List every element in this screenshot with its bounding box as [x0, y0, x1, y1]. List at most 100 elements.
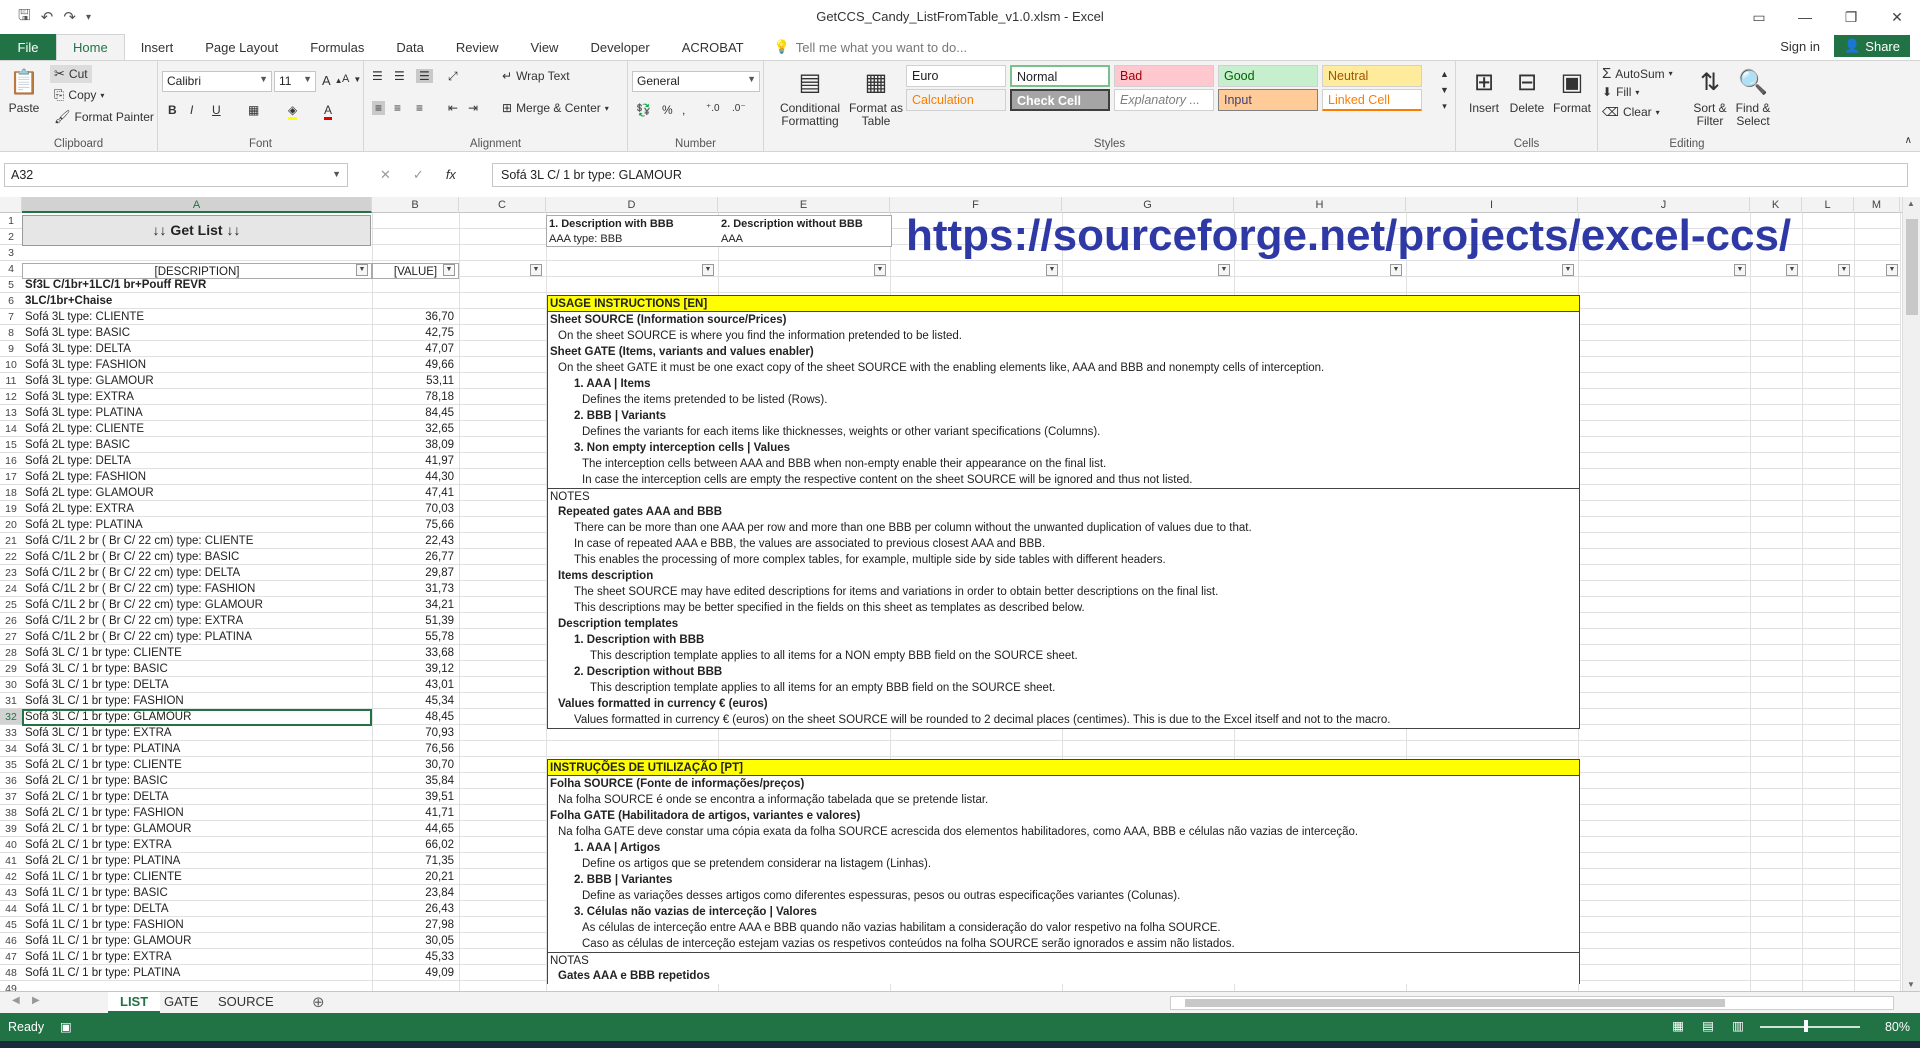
tab-page-layout[interactable]: Page Layout [189, 34, 294, 60]
template-with-bbb-value[interactable]: AAA type: BBB [549, 231, 622, 247]
value-cell[interactable]: 41,71 [372, 805, 454, 821]
collapse-ribbon-icon[interactable]: ∧ [1905, 135, 1912, 146]
share-button[interactable]: 👤 Share [1834, 35, 1910, 57]
value-cell[interactable]: 32,65 [372, 421, 454, 437]
row-header[interactable]: 23 [0, 565, 22, 581]
orientation-button[interactable]: ⤢ [448, 69, 458, 84]
description-cell[interactable]: Sofá 3L type: CLIENTE [25, 309, 369, 325]
name-box[interactable]: A32 ▼ [4, 163, 348, 187]
tab-insert[interactable]: Insert [125, 34, 190, 60]
value-cell[interactable]: 49,09 [372, 965, 454, 981]
project-url[interactable]: https://sourceforge.net/projects/excel-c… [906, 211, 1791, 261]
font-color-button[interactable]: A [324, 103, 333, 120]
save-icon[interactable]: 🖫 [18, 5, 31, 30]
value-cell[interactable]: 44,65 [372, 821, 454, 837]
description-cell[interactable]: Sofá 2L C/ 1 br type: BASIC [25, 773, 369, 789]
row-header[interactable]: 25 [0, 597, 22, 613]
row-header[interactable]: 9 [0, 341, 22, 357]
description-cell[interactable]: Sofá C/1L 2 br ( Br C/ 22 cm) type: GLAM… [25, 597, 369, 613]
sort-filter-button[interactable]: ⇅ Sort & Filter [1690, 65, 1730, 128]
align-bottom-button[interactable]: ☰ [416, 69, 433, 83]
row-header[interactable]: 28 [0, 645, 22, 661]
filter-dropdown-icon[interactable]: ▼ [356, 264, 368, 276]
scroll-down-icon[interactable]: ▼ [1907, 980, 1915, 989]
value-cell[interactable]: 78,18 [372, 389, 454, 405]
cell-style-bad[interactable]: Bad [1114, 65, 1214, 87]
value-cell[interactable]: 44,30 [372, 469, 454, 485]
format-painter-button[interactable]: 🖌 Format Painter [54, 109, 154, 125]
zoom-slider[interactable] [1760, 1026, 1860, 1028]
description-cell[interactable]: Sofá 2L type: CLIENTE [25, 421, 369, 437]
description-cell[interactable]: Sofá 2L C/ 1 br type: CLIENTE [25, 757, 369, 773]
description-cell[interactable]: Sofá C/1L 2 br ( Br C/ 22 cm) type: DELT… [25, 565, 369, 581]
value-cell[interactable]: 47,07 [372, 341, 454, 357]
description-cell[interactable]: Sofá 2L type: EXTRA [25, 501, 369, 517]
description-cell[interactable]: Sofá 3L C/ 1 br type: EXTRA [25, 725, 369, 741]
description-cell[interactable]: Sofá 3L C/ 1 br type: DELTA [25, 677, 369, 693]
sheet-tab-gate[interactable]: GATE [152, 992, 210, 1014]
description-cell[interactable]: Sofá 1L C/ 1 br type: EXTRA [25, 949, 369, 965]
cell-style-explanatory[interactable]: Explanatory ... [1114, 89, 1214, 111]
value-cell[interactable] [372, 277, 454, 293]
filter-dropdown-icon[interactable]: ▼ [1562, 264, 1574, 276]
format-cells-button[interactable]: ▣ Format [1550, 65, 1594, 115]
row-header[interactable]: 22 [0, 549, 22, 565]
value-cell[interactable]: 55,78 [372, 629, 454, 645]
column-header-a[interactable]: A [22, 197, 372, 213]
enter-icon[interactable]: ✓ [413, 167, 424, 183]
description-cell[interactable]: Sofá 2L type: BASIC [25, 437, 369, 453]
row-header[interactable]: 47 [0, 949, 22, 965]
cell-style-normal[interactable]: Normal [1010, 65, 1110, 87]
vertical-scrollbar[interactable]: ▲ ▼ [1902, 197, 1920, 991]
row-header[interactable]: 33 [0, 725, 22, 741]
value-cell[interactable]: 20,21 [372, 869, 454, 885]
row-header[interactable]: 4 [0, 261, 22, 277]
zoom-level[interactable]: 80% [1885, 1020, 1910, 1034]
row-header[interactable]: 40 [0, 837, 22, 853]
description-cell[interactable]: Sofá C/1L 2 br ( Br C/ 22 cm) type: EXTR… [25, 613, 369, 629]
filter-dropdown-icon[interactable]: ▼ [702, 264, 714, 276]
description-cell[interactable]: Sofá 1L C/ 1 br type: BASIC [25, 885, 369, 901]
value-cell[interactable]: 70,03 [372, 501, 454, 517]
tab-review[interactable]: Review [440, 34, 515, 60]
value-cell[interactable]: 71,35 [372, 853, 454, 869]
description-cell[interactable]: Sofá 1L C/ 1 br type: CLIENTE [25, 869, 369, 885]
undo-icon[interactable]: ↶ [41, 8, 54, 26]
filter-dropdown-icon[interactable]: ▼ [1218, 264, 1230, 276]
row-header[interactable]: 19 [0, 501, 22, 517]
value-cell[interactable]: 76,56 [372, 741, 454, 757]
worksheet[interactable]: ABCDEFGHIJKLM 1 2 3 4 5 6 7 8 9 10 11 12 13 14 15 16 17 1… [0, 197, 1920, 991]
row-header[interactable]: 1 [0, 213, 22, 229]
row-header[interactable]: 18 [0, 485, 22, 501]
ribbon-display-icon[interactable]: ▭ [1736, 0, 1782, 34]
row-header[interactable]: 16 [0, 453, 22, 469]
delete-cells-button[interactable]: ⊟ Delete [1506, 65, 1548, 115]
description-cell[interactable]: Sofá 2L type: GLAMOUR [25, 485, 369, 501]
value-cell[interactable]: 51,39 [372, 613, 454, 629]
value-cell[interactable]: 23,84 [372, 885, 454, 901]
value-cell[interactable]: 43,01 [372, 677, 454, 693]
cancel-icon[interactable]: ✕ [380, 167, 391, 183]
column-header-e[interactable]: E [718, 197, 890, 213]
font-name-combo[interactable]: Calibri ▼ [162, 71, 272, 92]
value-cell[interactable]: 22,43 [372, 533, 454, 549]
filter-dropdown-icon[interactable]: ▼ [1886, 264, 1898, 276]
description-cell[interactable]: Sofá 2L C/ 1 br type: GLAMOUR [25, 821, 369, 837]
filter-dropdown-icon[interactable]: ▼ [1046, 264, 1058, 276]
value-cell[interactable] [372, 293, 454, 309]
row-header[interactable]: 48 [0, 965, 22, 981]
row-header[interactable]: 5 [0, 277, 22, 293]
row-header[interactable]: 30 [0, 677, 22, 693]
value-cell[interactable]: 39,51 [372, 789, 454, 805]
value-cell[interactable]: 35,84 [372, 773, 454, 789]
description-cell[interactable]: Sofá 3L C/ 1 br type: PLATINA [25, 741, 369, 757]
decrease-decimal-button[interactable]: .0⁻ [732, 103, 746, 114]
format-as-table-button[interactable]: ▦ Format as Table [848, 65, 904, 128]
description-cell[interactable]: Sf3L C/1br+1LC/1 br+Pouff REVR [25, 277, 369, 293]
description-cell[interactable]: Sofá 2L type: FASHION [25, 469, 369, 485]
prev-sheet-icon[interactable]: ◀ [12, 995, 20, 1006]
row-header[interactable]: 45 [0, 917, 22, 933]
value-cell[interactable]: 42,75 [372, 325, 454, 341]
column-header-l[interactable]: L [1802, 197, 1854, 213]
description-cell[interactable]: Sofá 3L type: FASHION [25, 357, 369, 373]
